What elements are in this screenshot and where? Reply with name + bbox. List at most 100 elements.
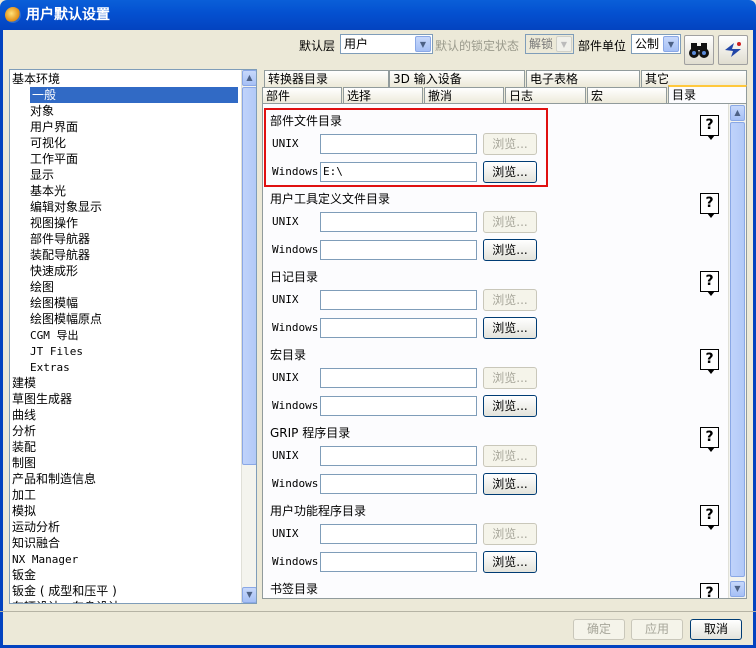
cancel-button[interactable]: 取消 bbox=[690, 619, 742, 640]
unit-label: 部件单位 bbox=[578, 39, 627, 53]
ok-button[interactable]: 确定 bbox=[573, 619, 625, 640]
help-icon[interactable]: ? bbox=[700, 583, 719, 598]
tree-item[interactable]: 制图 bbox=[10, 455, 256, 471]
help-icon[interactable]: ? bbox=[700, 271, 719, 296]
tab[interactable]: 转换器目录 bbox=[264, 70, 389, 87]
windows-browse-button[interactable]: 浏览... bbox=[483, 395, 537, 417]
unix-label: UNIX bbox=[272, 215, 299, 228]
tree-item[interactable]: 曲线 bbox=[10, 407, 256, 423]
windows-browse-button[interactable]: 浏览... bbox=[483, 239, 537, 261]
help-icon[interactable]: ? bbox=[700, 193, 719, 218]
tree-item[interactable]: 运动分析 bbox=[10, 519, 256, 535]
tree-item[interactable]: 钣金 bbox=[10, 567, 256, 583]
title-bar: 用户默认设置 bbox=[0, 0, 756, 30]
settings-wand-icon[interactable] bbox=[718, 35, 748, 65]
scroll-thumb[interactable] bbox=[730, 122, 745, 577]
unix-path-input[interactable] bbox=[320, 290, 477, 310]
tab[interactable]: 宏 bbox=[587, 87, 667, 104]
tab[interactable]: 电子表格 bbox=[526, 70, 640, 87]
tree-item[interactable]: 草图生成器 bbox=[10, 391, 256, 407]
tab[interactable]: 日志 bbox=[505, 87, 586, 104]
help-icon[interactable]: ? bbox=[700, 115, 719, 140]
windows-browse-button[interactable]: 浏览... bbox=[483, 473, 537, 495]
tree-item[interactable]: 工作平面 bbox=[10, 151, 256, 167]
tree-item[interactable]: 模拟 bbox=[10, 503, 256, 519]
windows-path-input[interactable] bbox=[320, 318, 477, 338]
unix-path-input[interactable] bbox=[320, 368, 477, 388]
category-tree: 基本环境 一般 对象 用户界面 可视化 工作平面 显示 基本光 编辑对象显示 视图操作 部件导航器装… bbox=[9, 69, 257, 604]
tree-item[interactable]: 绘图 bbox=[10, 279, 256, 295]
tree-item[interactable]: 产品和制造信息 bbox=[10, 471, 256, 487]
scroll-up-icon[interactable]: ▲ bbox=[242, 70, 256, 86]
panel-scrollbar[interactable]: ▲ ▼ bbox=[728, 104, 746, 598]
unix-browse-button[interactable]: 浏览... bbox=[483, 289, 537, 311]
tree-item[interactable]: 绘图模幅原点 bbox=[10, 311, 256, 327]
tree-item[interactable]: 加工 bbox=[10, 487, 256, 503]
tree-item[interactable]: 视图操作 bbox=[10, 215, 256, 231]
section-title: 用户工具定义文件目录 bbox=[270, 192, 391, 206]
tree-item[interactable]: 钣金 ( 成型和压平 ) bbox=[10, 583, 256, 599]
tree-item[interactable]: 用户界面 bbox=[10, 119, 256, 135]
section-title: GRIP 程序目录 bbox=[270, 426, 351, 440]
windows-path-input[interactable] bbox=[320, 396, 477, 416]
chevron-down-icon: ▼ bbox=[556, 36, 572, 52]
tree-item[interactable]: 车辆设计 - 车身设计 bbox=[10, 599, 256, 603]
scroll-thumb[interactable] bbox=[242, 87, 256, 465]
help-icon[interactable]: ? bbox=[700, 349, 719, 374]
apply-button[interactable]: 应用 bbox=[631, 619, 683, 640]
binoculars-icon[interactable] bbox=[684, 35, 714, 65]
windows-path-input[interactable] bbox=[320, 240, 477, 260]
tree-item[interactable]: 知识融合 bbox=[10, 535, 256, 551]
tab[interactable]: 3D 输入设备 bbox=[389, 70, 525, 87]
tree-item[interactable]: JT Files bbox=[10, 343, 256, 359]
tree-item-label: Extras bbox=[30, 361, 70, 374]
windows-browse-button[interactable]: 浏览... bbox=[483, 317, 537, 339]
scroll-down-icon[interactable]: ▼ bbox=[242, 587, 256, 603]
windows-path-input[interactable] bbox=[320, 552, 477, 572]
help-icon[interactable]: ? bbox=[700, 427, 719, 452]
tree-item[interactable]: NX Manager bbox=[10, 551, 256, 567]
tree-item[interactable]: CGM 导出 bbox=[10, 327, 256, 343]
scroll-down-icon[interactable]: ▼ bbox=[730, 581, 745, 597]
level-select[interactable]: 用户 ▼ bbox=[340, 34, 433, 54]
tree-item-label: 绘图模幅 bbox=[30, 296, 79, 310]
tree-item-label: 工作平面 bbox=[30, 152, 79, 166]
tree-item[interactable]: 分析 bbox=[10, 423, 256, 439]
unix-browse-button[interactable]: 浏览... bbox=[483, 367, 537, 389]
unix-browse-button[interactable]: 浏览... bbox=[483, 523, 537, 545]
tab[interactable]: 目录 bbox=[668, 85, 747, 104]
tree-scrollbar[interactable]: ▲ ▼ bbox=[241, 70, 256, 603]
tree-item[interactable]: 装配导航器 bbox=[10, 247, 256, 263]
highlight-box bbox=[264, 108, 548, 187]
tab[interactable]: 选择 bbox=[343, 87, 423, 104]
unix-path-input[interactable] bbox=[320, 212, 477, 232]
tree-item[interactable]: 基本环境 bbox=[10, 71, 256, 87]
tree-item[interactable]: 建模 bbox=[10, 375, 256, 391]
windows-label: Windows bbox=[272, 321, 319, 334]
tree-item[interactable]: 基本光 bbox=[10, 183, 256, 199]
windows-browse-button[interactable]: 浏览... bbox=[483, 551, 537, 573]
tree-item[interactable]: 部件导航器 bbox=[10, 231, 256, 247]
tab[interactable]: 撤消 bbox=[424, 87, 504, 104]
help-icon[interactable]: ? bbox=[700, 505, 719, 530]
unit-select-value: 公制 bbox=[635, 37, 660, 51]
unix-browse-button[interactable]: 浏览... bbox=[483, 211, 537, 233]
tree-item[interactable]: 对象 bbox=[10, 103, 256, 119]
tree-item[interactable]: 编辑对象显示 bbox=[10, 199, 256, 215]
tree-item[interactable]: 绘图模幅 bbox=[10, 295, 256, 311]
windows-path-input[interactable] bbox=[320, 474, 477, 494]
tree-item[interactable]: 快速成形 bbox=[10, 263, 256, 279]
tree-item-label: 草图生成器 bbox=[12, 392, 73, 406]
tree-item[interactable]: Extras bbox=[10, 359, 256, 375]
tree-item[interactable]: 装配 bbox=[10, 439, 256, 455]
lock-select[interactable]: 解锁 ▼ bbox=[525, 34, 574, 54]
tree-item[interactable]: 可视化 bbox=[10, 135, 256, 151]
unix-browse-button[interactable]: 浏览... bbox=[483, 445, 537, 467]
tab[interactable]: 部件 bbox=[262, 87, 342, 104]
unix-path-input[interactable] bbox=[320, 446, 477, 466]
tree-item[interactable]: 一般 bbox=[10, 87, 256, 103]
tree-item[interactable]: 显示 bbox=[10, 167, 256, 183]
unix-path-input[interactable] bbox=[320, 524, 477, 544]
scroll-up-icon[interactable]: ▲ bbox=[730, 105, 745, 121]
unit-select[interactable]: 公制 ▼ bbox=[631, 34, 681, 54]
